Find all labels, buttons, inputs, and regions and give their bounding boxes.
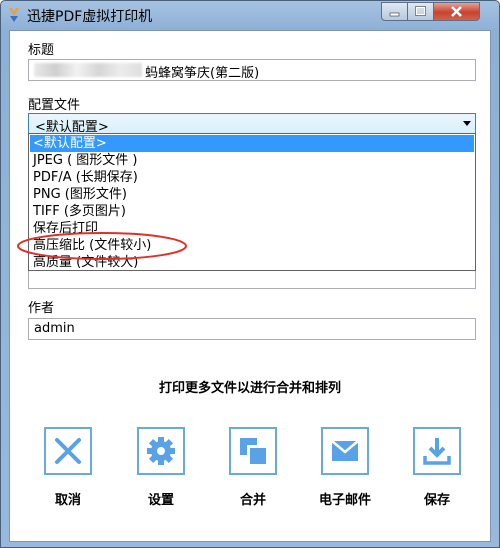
download-icon (423, 438, 451, 465)
save-label: 保存 (423, 493, 450, 508)
settings-label: 设置 (147, 493, 174, 508)
profile-select[interactable]: <默认配置> (28, 113, 476, 135)
title-label: 标题 (28, 43, 55, 58)
settings-button[interactable]: 设置 (135, 427, 187, 508)
chevron-down-icon[interactable] (463, 121, 471, 126)
profile-option[interactable]: <默认配置> (30, 135, 474, 152)
cancel-button[interactable]: 取消 (42, 427, 94, 508)
email-label: 电子邮件 (319, 493, 372, 508)
close-window-button[interactable] (433, 2, 480, 21)
title-input[interactable]: 蚂蜂窝筝庆(第二版) (28, 59, 476, 81)
cancel-button-frame[interactable] (44, 427, 92, 475)
title-bar[interactable]: 迅捷PDF虚拟打印机 (1, 1, 499, 29)
minimize-button[interactable] (381, 2, 408, 21)
close-icon (55, 438, 81, 464)
merge-icon (240, 438, 266, 464)
dialog-body: 标题 蚂蜂窝筝庆(第二版) 配置文件 <默认配置> <默认配置> JPEG ( … (9, 30, 491, 542)
author-value: admin (34, 321, 75, 336)
maximize-button[interactable] (407, 2, 434, 21)
settings-button-frame[interactable] (137, 427, 185, 475)
profile-option[interactable]: TIFF (多页图片) (30, 203, 474, 220)
author-label: 作者 (28, 301, 55, 316)
email-button[interactable]: 电子邮件 (319, 427, 371, 508)
merge-label: 合并 (239, 493, 266, 508)
gear-icon (147, 437, 175, 465)
merge-button-frame[interactable] (229, 427, 277, 475)
profile-option[interactable]: PDF/A (长期保存) (30, 169, 474, 186)
obscured-field (28, 269, 476, 289)
author-input[interactable]: admin (28, 318, 476, 340)
profile-option[interactable]: PNG (图形文件) (30, 186, 474, 203)
envelope-icon (331, 440, 359, 461)
profile-label: 配置文件 (28, 98, 81, 113)
email-button-frame[interactable] (321, 427, 369, 475)
merge-hint: 打印更多文件以进行合并和排列 (158, 381, 341, 396)
redacted-text (34, 63, 142, 77)
profile-option[interactable]: JPEG ( 图形文件 ) (30, 152, 474, 169)
app-window: 迅捷PDF虚拟打印机 标题 蚂蜂窝筝庆(第二版) 配置文件 <默认配置> <默认… (0, 0, 500, 548)
app-logo-icon (9, 8, 19, 22)
annotation-ellipse (17, 232, 187, 260)
title-value: 蚂蜂窝筝庆(第二版) (145, 66, 260, 81)
save-button-frame[interactable] (413, 427, 461, 475)
merge-button[interactable]: 合并 (227, 427, 279, 508)
window-title: 迅捷PDF虚拟打印机 (27, 9, 153, 25)
cancel-label: 取消 (54, 493, 81, 508)
save-button[interactable]: 保存 (411, 427, 463, 508)
